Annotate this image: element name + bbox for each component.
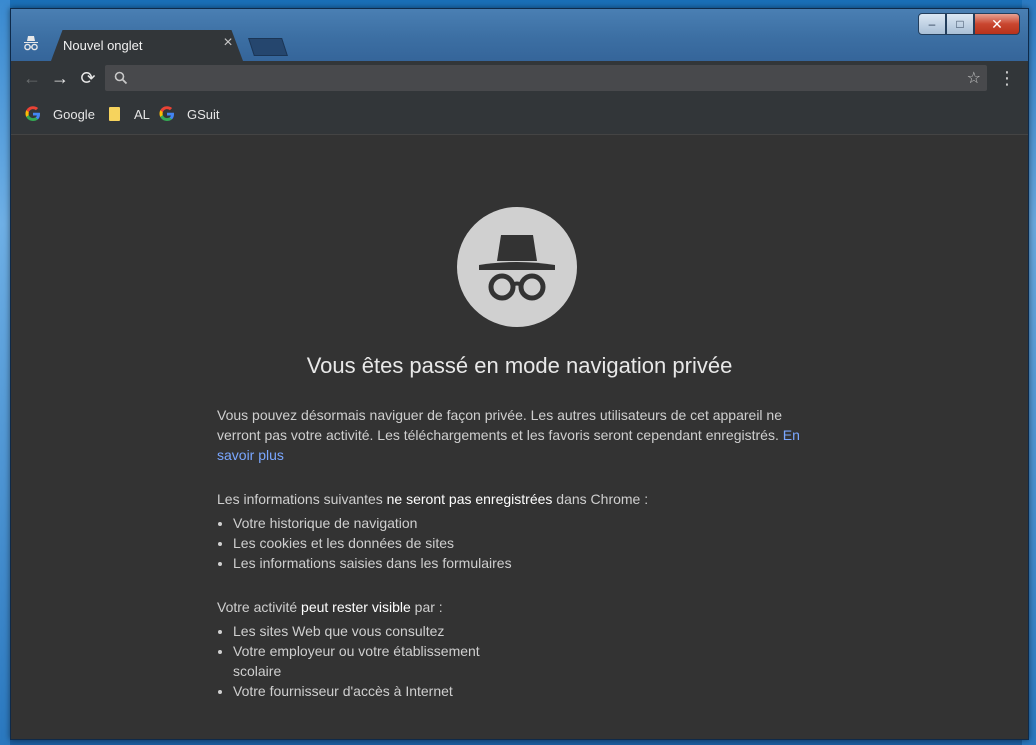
tab-title: Nouvel onglet <box>63 38 143 53</box>
minimize-button[interactable]: – <box>918 13 946 35</box>
bookmark-gsuit[interactable]: GSuit <box>159 105 220 123</box>
google-icon <box>25 106 40 121</box>
not-saved-list: Votre historique de navigation Les cooki… <box>217 513 807 573</box>
not-saved-suffix: dans Chrome : <box>552 491 649 507</box>
not-saved-heading: Les informations suivantes ne seront pas… <box>217 489 807 509</box>
toolbar: ← → ⟳ ☆ ⋮ <box>11 61 1028 95</box>
bookmark-label: Google <box>53 106 95 122</box>
title-bar: Nouvel onglet × – □ ✕ <box>11 9 1028 61</box>
new-tab-button[interactable] <box>248 38 288 56</box>
search-icon <box>114 71 128 85</box>
incognito-icon <box>457 207 577 327</box>
maximize-button[interactable]: □ <box>946 13 974 35</box>
reload-button[interactable]: ⟳ <box>77 67 99 89</box>
menu-button[interactable]: ⋮ <box>998 67 1016 89</box>
not-saved-section: Les informations suivantes ne seront pas… <box>217 489 807 573</box>
intro-text: Vous pouvez désormais naviguer de façon … <box>217 407 783 443</box>
desktop-background <box>0 0 10 745</box>
visible-heading: Votre activité peut rester visible par : <box>217 597 807 617</box>
page-title: Vous êtes passé en mode navigation privé… <box>306 353 733 378</box>
list-item: Les sites Web que vous consultez <box>233 621 503 641</box>
not-saved-emphasis: ne seront pas enregistrées <box>386 491 553 507</box>
visible-prefix: Votre activité <box>217 599 302 615</box>
folder-icon <box>109 107 120 121</box>
bookmark-label: AL <box>134 106 150 122</box>
intro-paragraph: Vous pouvez désormais naviguer de façon … <box>217 405 807 465</box>
incognito-icon <box>24 36 38 51</box>
incognito-page: Vous êtes passé en mode navigation privé… <box>11 135 1028 739</box>
visible-suffix: par : <box>410 599 443 615</box>
tab-new-tab[interactable]: Nouvel onglet × <box>51 30 243 61</box>
not-saved-prefix: Les informations suivantes <box>217 491 387 507</box>
window-controls: – □ ✕ <box>918 13 1020 35</box>
list-item: Votre historique de navigation <box>233 513 807 533</box>
address-bar[interactable]: ☆ <box>105 65 987 91</box>
google-icon <box>159 106 174 121</box>
list-item: Les cookies et les données de sites <box>233 533 807 553</box>
list-item: Votre fournisseur d'accès à Internet <box>233 681 503 701</box>
list-item: Les informations saisies dans les formul… <box>233 553 807 573</box>
bookmarks-bar: Google AL GSuit <box>11 95 1028 135</box>
visible-list: Les sites Web que vous consultez Votre e… <box>217 621 503 701</box>
tab-close-icon[interactable]: × <box>221 35 235 51</box>
back-button[interactable]: ← <box>21 67 43 89</box>
forward-button[interactable]: → <box>49 67 71 89</box>
bookmark-google[interactable]: Google <box>25 105 95 123</box>
close-button[interactable]: ✕ <box>974 13 1020 35</box>
bookmark-star-icon[interactable]: ☆ <box>967 68 981 88</box>
visible-section: Votre activité peut rester visible par :… <box>217 597 807 701</box>
browser-window: Nouvel onglet × – □ ✕ ← → ⟳ ☆ ⋮ Google A… <box>10 8 1029 740</box>
bookmark-folder-al[interactable]: AL <box>109 105 150 123</box>
visible-emphasis: peut rester visible <box>301 599 411 615</box>
bookmark-label: GSuit <box>187 106 220 122</box>
list-item: Votre employeur ou votre établissement s… <box>233 641 503 681</box>
